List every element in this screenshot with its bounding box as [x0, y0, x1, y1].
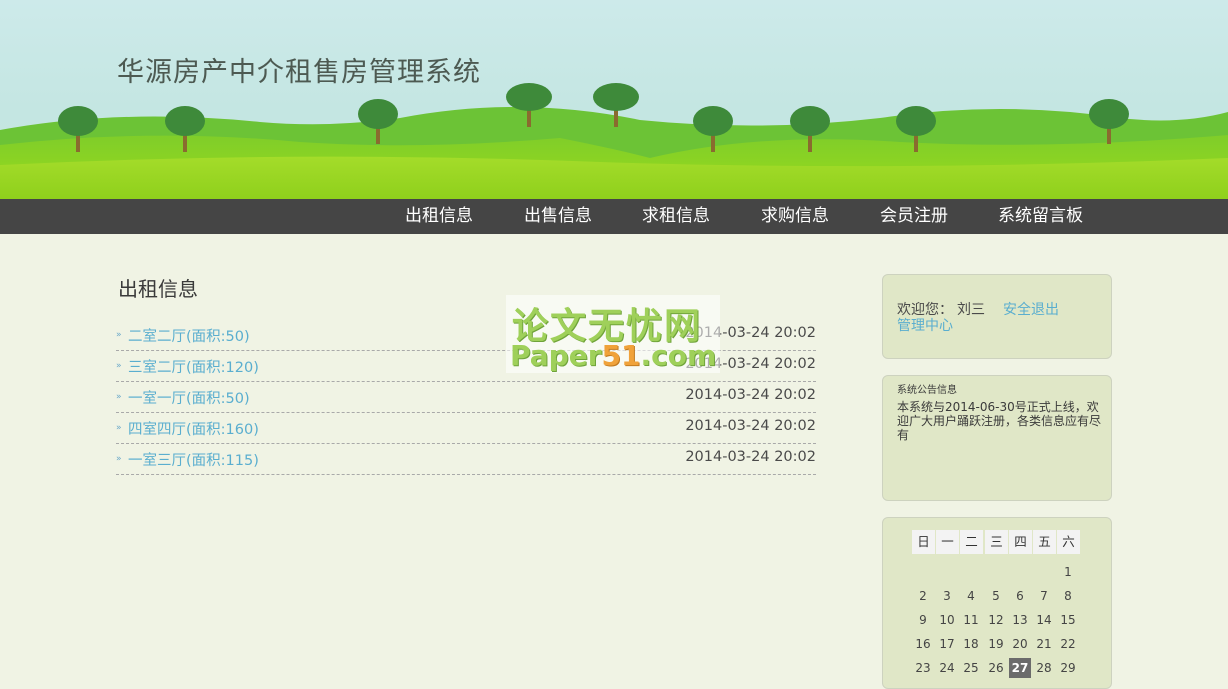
calendar-weekday: 三 — [985, 530, 1008, 554]
calendar-day[interactable]: 4 — [960, 586, 982, 606]
calendar-day[interactable]: 12 — [985, 610, 1007, 630]
notice-title: 系统公告信息 — [897, 385, 957, 396]
calendar-day[interactable]: 19 — [985, 634, 1007, 654]
calendar-weekday: 二 — [960, 530, 983, 554]
calendar-day[interactable]: 13 — [1009, 610, 1031, 630]
listing-link[interactable]: 三室二厅(面积:120) — [128, 356, 259, 377]
list-item: » 一室一厅(面积:50) 2014-03-24 20:02 — [116, 382, 816, 413]
notice-panel: 系统公告信息 本系统与2014-06-30号正式上线，欢迎广大用户踊跃注册，各类… — [882, 375, 1112, 501]
main-nav: 出租信息 出售信息 求租信息 求购信息 会员注册 系统留言板 — [0, 199, 1228, 234]
listing-link[interactable]: 二室二厅(面积:50) — [128, 325, 250, 346]
calendar-day[interactable]: 23 — [912, 658, 934, 678]
nav-item-sale-info[interactable]: 出售信息 — [524, 199, 592, 234]
section-title: 出租信息 — [118, 277, 198, 301]
header-banner: 华源房产中介租售房管理系统 — [0, 0, 1228, 199]
watermark-logo: 论文无忧网 Paper51.com — [506, 295, 720, 373]
user-panel: 欢迎您： 刘三 安全退出 管理中心 — [882, 274, 1112, 359]
double-chevron-icon: » — [116, 454, 122, 464]
site-title: 华源房产中介租售房管理系统 — [117, 57, 481, 88]
list-item: » 四室四厅(面积:160) 2014-03-24 20:02 — [116, 413, 816, 444]
logout-link[interactable]: 安全退出 — [1003, 299, 1059, 319]
admin-center-link[interactable]: 管理中心 — [897, 315, 953, 335]
listing-date: 2014-03-24 20:02 — [685, 449, 816, 465]
watermark-domain: Paper51.com — [510, 339, 717, 372]
calendar-day[interactable]: 16 — [912, 634, 934, 654]
calendar-day[interactable]: 3 — [936, 586, 958, 606]
calendar-weekday: 一 — [936, 530, 959, 554]
calendar-day[interactable]: 24 — [936, 658, 958, 678]
double-chevron-icon: » — [116, 423, 122, 433]
list-item: » 一室三厅(面积:115) 2014-03-24 20:02 — [116, 444, 816, 475]
calendar-day[interactable]: 20 — [1009, 634, 1031, 654]
calendar-day-today[interactable]: 27 — [1009, 658, 1031, 678]
double-chevron-icon: » — [116, 392, 122, 402]
nav-item-want-buy[interactable]: 求购信息 — [761, 199, 829, 234]
double-chevron-icon: » — [116, 361, 122, 371]
calendar-day[interactable]: 28 — [1033, 658, 1055, 678]
calendar-day[interactable]: 1 — [1057, 562, 1079, 582]
calendar-day[interactable]: 5 — [985, 586, 1007, 606]
nav-item-want-rent[interactable]: 求租信息 — [642, 199, 710, 234]
calendar-day[interactable]: 18 — [960, 634, 982, 654]
username: 刘三 — [957, 302, 985, 318]
landscape-illustration — [0, 83, 1228, 199]
calendar-day[interactable]: 17 — [936, 634, 958, 654]
calendar-weekday: 五 — [1033, 530, 1056, 554]
calendar-weekday: 六 — [1057, 530, 1080, 554]
listing-link[interactable]: 一室三厅(面积:115) — [128, 449, 259, 470]
calendar-day[interactable]: 8 — [1057, 586, 1079, 606]
double-chevron-icon: » — [116, 330, 122, 340]
calendar-day[interactable]: 15 — [1057, 610, 1079, 630]
nav-item-rent-info[interactable]: 出租信息 — [405, 199, 473, 234]
calendar-weekday: 日 — [912, 530, 935, 554]
listing-link[interactable]: 一室一厅(面积:50) — [128, 387, 250, 408]
nav-item-message-board[interactable]: 系统留言板 — [998, 199, 1083, 234]
calendar-day[interactable]: 25 — [960, 658, 982, 678]
calendar-day[interactable]: 9 — [912, 610, 934, 630]
calendar-day[interactable]: 21 — [1033, 634, 1055, 654]
calendar-day[interactable]: 22 — [1057, 634, 1079, 654]
calendar-weekday: 四 — [1009, 530, 1032, 554]
calendar-day[interactable]: 26 — [985, 658, 1007, 678]
calendar-day[interactable]: 14 — [1033, 610, 1055, 630]
calendar-day[interactable]: 6 — [1009, 586, 1031, 606]
notice-text: 本系统与2014-06-30号正式上线，欢迎广大用户踊跃注册，各类信息应有尽有 — [897, 400, 1102, 442]
calendar-panel: 日一二三四五六 1 2 3 4 5 6 7 8 9 10 11 12 13 14 15 16 17 18 19 20 21… — [882, 517, 1112, 689]
calendar-day[interactable]: 11 — [960, 610, 982, 630]
listing-date: 2014-03-24 20:02 — [685, 387, 816, 403]
calendar-day[interactable]: 29 — [1057, 658, 1079, 678]
listing-date: 2014-03-24 20:02 — [685, 418, 816, 434]
calendar-day[interactable]: 10 — [936, 610, 958, 630]
nav-item-register[interactable]: 会员注册 — [880, 199, 948, 234]
listing-link[interactable]: 四室四厅(面积:160) — [128, 418, 259, 439]
calendar-day[interactable]: 2 — [912, 586, 934, 606]
calendar-day[interactable]: 7 — [1033, 586, 1055, 606]
